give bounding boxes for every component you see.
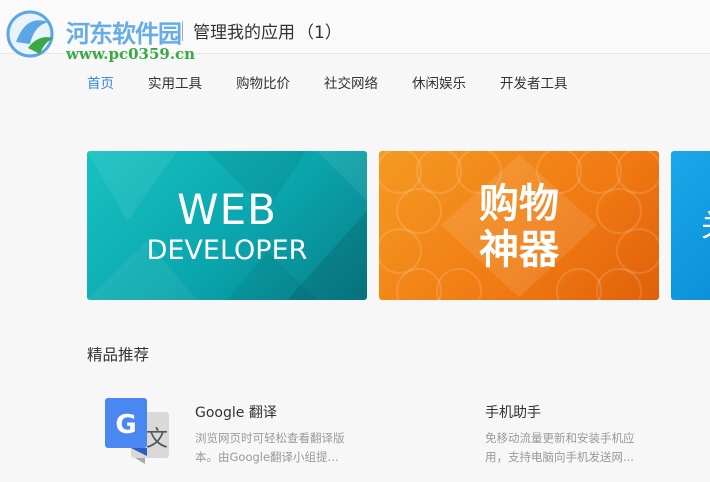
app-desc-line1: 浏览网页时可轻松查看翻译版 xyxy=(195,431,345,445)
watermark-url: www.pc0359.cn xyxy=(66,45,196,63)
banner-shopping[interactable]: 购物 神器 xyxy=(379,151,659,300)
app-description: 浏览网页时可轻松查看翻译版 本。由Google翻译小组提... xyxy=(195,429,365,467)
app-card-google-translate[interactable]: G 文 Google 翻译 浏览网页时可轻松查看翻译版 本。由Google翻译小… xyxy=(105,398,365,482)
banner-next[interactable]: 关 xyxy=(671,151,710,300)
nav-item-home[interactable]: 首页 xyxy=(87,72,114,92)
app-name: 手机助手 xyxy=(485,405,541,421)
breadcrumb: 管理我的应用 （1） xyxy=(182,18,342,43)
nav-item-developer[interactable]: 开发者工具 xyxy=(500,72,568,92)
watermark-name: 河东软件园 xyxy=(66,20,182,48)
app-desc-line2: 用，支持电脑向手机发送网... xyxy=(485,450,634,464)
app-name: Google 翻译 xyxy=(195,405,277,421)
banner-shop-line1: 购物 xyxy=(479,181,559,227)
watermark-logo-icon xyxy=(6,10,54,58)
banner-web-developer[interactable]: WEB DEVELOPER xyxy=(87,151,367,300)
app-desc-line1: 免移动流量更新和安装手机应 xyxy=(485,431,635,445)
top-bar: 河东软件园 www.pc0359.cn 管理我的应用 （1） xyxy=(0,0,710,63)
nav-item-entertainment[interactable]: 休闲娱乐 xyxy=(412,72,466,92)
banner-shop-title: 购物 神器 xyxy=(379,181,659,273)
nav-item-shopping[interactable]: 购物比价 xyxy=(236,72,290,92)
svg-text:文: 文 xyxy=(146,427,168,452)
app-desc-line2: 本。由Google翻译小组提... xyxy=(195,450,339,464)
app-description: 免移动流量更新和安装手机应 用，支持电脑向手机发送网... xyxy=(485,429,655,467)
app-count: （1） xyxy=(297,23,342,43)
app-card-phone-assistant[interactable]: 手机助手 免移动流量更新和安装手机应 用，支持电脑向手机发送网... xyxy=(485,398,710,482)
section-title: 精品推荐 xyxy=(87,346,150,364)
banner-next-glyph: 关 xyxy=(701,201,710,245)
nav-item-social[interactable]: 社交网络 xyxy=(324,72,378,92)
page-title[interactable]: 管理我的应用 xyxy=(193,18,295,43)
breadcrumb-divider xyxy=(182,20,183,41)
category-nav: 首页 实用工具 购物比价 社交网络 休闲娱乐 开发者工具 xyxy=(87,72,602,92)
banner-shop-line2: 神器 xyxy=(479,227,559,273)
svg-text:G: G xyxy=(115,410,136,440)
google-translate-icon: G 文 xyxy=(105,398,169,464)
banner-web-subtitle: DEVELOPER xyxy=(146,235,308,266)
banner-web-title: WEB xyxy=(177,185,277,234)
nav-item-tools[interactable]: 实用工具 xyxy=(148,72,202,92)
